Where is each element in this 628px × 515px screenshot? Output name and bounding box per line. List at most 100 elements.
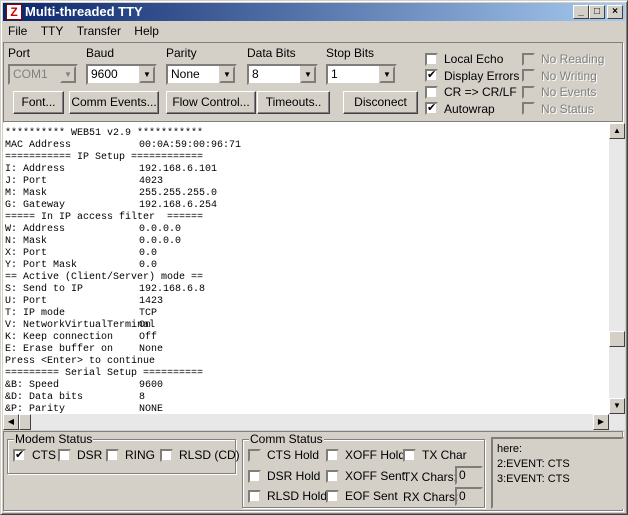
- chevron-down-icon[interactable]: ▼: [60, 66, 76, 83]
- chevron-down-icon[interactable]: ▼: [379, 66, 395, 83]
- line-value: 0.0.0.0: [139, 236, 182, 247]
- terminal-line: &P: Parity NONE: [3, 404, 609, 414]
- log-line: here:: [497, 443, 523, 455]
- line-label: =========== IP Setup ============: [5, 152, 204, 163]
- checkbox-box: [248, 448, 261, 462]
- maximize-button[interactable]: □: [589, 5, 605, 19]
- checkbox-label: Autowrap: [444, 101, 495, 116]
- checkbox-label: CTS: [32, 448, 56, 462]
- option-checkbox[interactable]: Local Echo: [425, 52, 503, 66]
- baud-select[interactable]: 9600 ▼: [86, 64, 157, 85]
- scroll-thumb[interactable]: [609, 331, 625, 347]
- terminal-line: U: Port 1423: [3, 296, 609, 308]
- terminal-line: M: Mask 255.255.255.0: [3, 188, 609, 200]
- title-bar[interactable]: Z Multi-threaded TTY _ □ ×: [3, 3, 625, 21]
- line-label: T: IP mode: [5, 308, 66, 319]
- baud-value: 9600: [91, 67, 118, 81]
- option-checkbox[interactable]: CR => CR/LF: [425, 85, 517, 99]
- cts-hold-checkbox[interactable]: CTS Hold: [248, 448, 319, 462]
- option-checkbox[interactable]: ✔ Display Errors: [425, 69, 519, 83]
- menu-help[interactable]: Help: [134, 24, 159, 38]
- terminal-output[interactable]: ********** WEB51 v2.9 *********** MAC Add…: [3, 123, 609, 414]
- scroll-left-icon[interactable]: ◀: [3, 414, 19, 430]
- line-label: M: Mask: [5, 188, 48, 199]
- xoff-hold-label: XOFF Hold: [345, 448, 406, 462]
- checkbox-label: No Status: [541, 101, 594, 116]
- line-value: 4023: [139, 176, 164, 187]
- scroll-up-icon[interactable]: ▲: [609, 123, 625, 139]
- comm-status-group: Comm Status CTS Hold XOFF Hold TX Char D…: [242, 432, 485, 508]
- line-label: K: Keep connection: [5, 332, 114, 343]
- disabled-option-checkbox[interactable]: No Status: [522, 102, 594, 116]
- chevron-down-icon[interactable]: ▼: [219, 66, 235, 83]
- disconnect-button[interactable]: Disconect: [343, 91, 418, 114]
- dsr-hold-checkbox[interactable]: DSR Hold: [248, 469, 320, 483]
- line-label: ********** WEB51 v2.9 ***********: [5, 128, 204, 139]
- parity-select[interactable]: None ▼: [166, 64, 237, 85]
- chevron-down-icon[interactable]: ▼: [139, 66, 155, 83]
- line-label: Press <Enter> to continue: [5, 356, 156, 367]
- disabled-option-checkbox[interactable]: No Events: [522, 85, 596, 99]
- app-icon[interactable]: Z: [6, 4, 22, 20]
- terminal-line: ===== In IP access filter ======: [3, 212, 609, 224]
- line-value: On: [139, 320, 152, 331]
- line-value: 0.0: [139, 248, 158, 259]
- horizontal-scrollbar[interactable]: ◀ ▶: [3, 414, 625, 430]
- rlsd-hold-checkbox[interactable]: RLSD Hold: [248, 489, 327, 503]
- event-log[interactable]: here: 2:EVENT: CTS 3:EVENT: CTS: [491, 437, 624, 509]
- line-label: X: Port: [5, 248, 48, 259]
- font-button[interactable]: Font...: [13, 91, 64, 114]
- xoff-hold-checkbox[interactable]: XOFF Hold: [326, 448, 405, 462]
- chevron-down-icon[interactable]: ▼: [300, 66, 316, 83]
- modem-status-checkbox[interactable]: ✔ CTS: [13, 448, 56, 462]
- terminal-line: MAC Address 00:0A:59:00:96:71: [3, 140, 609, 152]
- line-value: 255.255.255.0: [139, 188, 218, 199]
- close-button[interactable]: ×: [607, 5, 623, 19]
- modem-status-checkbox[interactable]: DSR: [58, 448, 102, 462]
- terminal-line: ********** WEB51 v2.9 ***********: [3, 128, 609, 140]
- tx-char-label: TX Char: [422, 448, 467, 462]
- stop-bits-value: 1: [331, 67, 338, 81]
- xoff-sent-label: XOFF Sent: [345, 469, 406, 483]
- comm-events-button[interactable]: Comm Events...: [69, 91, 159, 114]
- line-label: Y: Port Mask: [5, 260, 78, 271]
- log-line: 3:EVENT: CTS: [497, 473, 570, 485]
- modem-status-checkbox[interactable]: RLSD (CD): [160, 448, 240, 462]
- checkbox-box: [326, 469, 339, 483]
- flow-control-button[interactable]: Flow Control...: [166, 91, 256, 114]
- minimize-button[interactable]: _: [573, 5, 589, 19]
- line-label: I: Address: [5, 164, 66, 175]
- data-bits-value: 8: [252, 67, 259, 81]
- stop-bits-select[interactable]: 1 ▼: [326, 64, 397, 85]
- line-label: &D: Data bits: [5, 392, 84, 403]
- timeouts-button[interactable]: Timeouts..: [257, 91, 330, 114]
- checkbox-box: [425, 85, 438, 99]
- scroll-right-icon[interactable]: ▶: [593, 414, 609, 430]
- checkbox-box: [248, 469, 261, 483]
- port-label: Port: [8, 46, 31, 60]
- port-select[interactable]: COM1 ▼: [8, 64, 78, 85]
- menu-tty[interactable]: TTY: [41, 24, 64, 38]
- eof-sent-checkbox[interactable]: EOF Sent: [326, 489, 398, 503]
- line-label: E: Erase buffer on: [5, 344, 114, 355]
- menu-transfer[interactable]: Transfer: [77, 24, 121, 38]
- parity-value: None: [171, 67, 200, 81]
- disabled-option-checkbox[interactable]: No Reading: [522, 52, 604, 66]
- line-value: 1423: [139, 296, 164, 307]
- terminal-line: Y: Port Mask 0.0: [3, 260, 609, 272]
- port-value: COM1: [13, 67, 48, 81]
- terminal-line: ========= Serial Setup ==========: [3, 368, 609, 380]
- option-checkbox[interactable]: ✔ Autowrap: [425, 102, 495, 116]
- scroll-down-icon[interactable]: ▼: [609, 398, 625, 414]
- checkbox-box: [160, 448, 173, 462]
- cts-hold-label: CTS Hold: [267, 448, 320, 462]
- scroll-thumb[interactable]: [19, 414, 31, 430]
- tx-char-checkbox[interactable]: TX Char: [403, 448, 467, 462]
- disabled-option-checkbox[interactable]: No Writing: [522, 69, 597, 83]
- modem-status-checkbox[interactable]: RING: [106, 448, 155, 462]
- xoff-sent-checkbox[interactable]: XOFF Sent: [326, 469, 405, 483]
- data-bits-select[interactable]: 8 ▼: [247, 64, 318, 85]
- menu-file[interactable]: File: [8, 24, 27, 38]
- vertical-scrollbar[interactable]: ▲ ▼: [609, 123, 625, 414]
- stop-bits-label: Stop Bits: [326, 46, 375, 60]
